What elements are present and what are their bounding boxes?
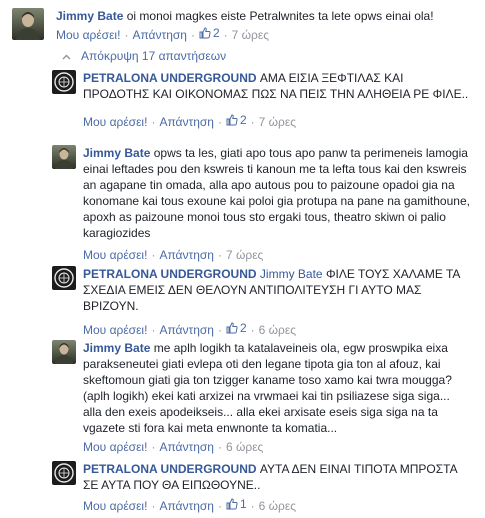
reply: PETRALONA UNDERGROUND ΑΥΤΑ ΔΕΝ ΕΙΝΑΙ ΤΙΠ… (52, 461, 472, 514)
like-count-value: 2 (212, 26, 220, 40)
like-link[interactable]: Μου αρέσει! (83, 323, 147, 337)
comment-time[interactable]: 7 ώρες (259, 115, 296, 129)
mention-link[interactable]: Jimmy Bate (260, 267, 323, 281)
avatar[interactable] (52, 266, 76, 290)
comment-time[interactable]: 6 ώρες (226, 440, 263, 454)
like-link[interactable]: Μου αρέσει! (56, 28, 120, 42)
avatar[interactable] (52, 70, 76, 94)
avatar[interactable] (52, 340, 76, 364)
reply-link[interactable]: Απάντηση (159, 248, 214, 262)
hide-replies-toggle[interactable]: Απόκρυψη 17 απαντήσεων (62, 49, 226, 63)
reply-link[interactable]: Απάντηση (159, 323, 214, 337)
chevron-up-icon (62, 49, 71, 63)
like-count[interactable]: 2 (226, 112, 247, 128)
thumbs-up-icon (226, 322, 238, 334)
like-count-value: 2 (239, 113, 247, 127)
comment-author[interactable]: Jimmy Bate (83, 341, 150, 355)
comment-actions: Μου αρέσει! · Απάντηση · 7 ώρες (83, 248, 264, 262)
comment-text: opws ta les, giati apo tous apo panw ta … (83, 146, 470, 240)
like-link[interactable]: Μου αρέσει! (83, 440, 147, 454)
reply-link[interactable]: Απάντηση (159, 115, 214, 129)
comment-actions: Μου αρέσει! · Απάντηση · 2 · 6 ώρες (83, 320, 297, 337)
like-count[interactable]: 2 (226, 320, 247, 336)
reply-link[interactable]: Απάντηση (159, 440, 214, 454)
comment-time[interactable]: 7 ώρες (232, 28, 269, 42)
comment-author[interactable]: Jimmy Bate (56, 9, 123, 23)
comment-text: me aplh logikh ta katalaveineis ola, egw… (83, 341, 452, 435)
reply: Jimmy Bate opws ta les, giati apo tous a… (52, 145, 472, 263)
like-count[interactable]: 2 (199, 25, 220, 41)
comment-author[interactable]: PETRALONA UNDERGROUND (83, 71, 257, 85)
comment-time[interactable]: 6 ώρες (259, 499, 296, 513)
reply: Jimmy Bate me aplh logikh ta katalaveine… (52, 340, 472, 455)
like-count-value: 2 (239, 321, 247, 335)
comment-time[interactable]: 6 ώρες (259, 323, 296, 337)
thumbs-up-icon (226, 114, 238, 126)
comment-top: Jimmy Bate oi monoi magkes eiste Petralw… (12, 8, 472, 43)
comment-time[interactable]: 7 ώρες (226, 248, 263, 262)
comment-text: oi monoi magkes eiste Petralwnites ta le… (126, 9, 434, 23)
like-count[interactable]: 1 (226, 496, 247, 512)
reply-link[interactable]: Απάντηση (159, 499, 214, 513)
comment-author[interactable]: PETRALONA UNDERGROUND (83, 267, 257, 281)
like-link[interactable]: Μου αρέσει! (83, 499, 147, 513)
hide-replies-label: Απόκρυψη 17 απαντήσεων (81, 49, 227, 63)
like-link[interactable]: Μου αρέσει! (83, 248, 147, 262)
thumbs-up-icon (199, 27, 211, 39)
avatar[interactable] (52, 461, 76, 485)
avatar[interactable] (52, 145, 76, 169)
thumbs-up-icon (226, 498, 238, 510)
comment-author[interactable]: Jimmy Bate (83, 146, 150, 160)
comment-author[interactable]: PETRALONA UNDERGROUND (83, 462, 257, 476)
avatar[interactable] (12, 8, 44, 40)
reply: PETRALONA UNDERGROUND Jimmy Bate ΦΙΛΕ ΤΟ… (52, 266, 472, 338)
comment-actions: Μου αρέσει! · Απάντηση · 2 · 7 ώρες (56, 25, 270, 42)
like-link[interactable]: Μου αρέσει! (83, 115, 147, 129)
like-count-value: 1 (239, 497, 247, 511)
comment-actions: Μου αρέσει! · Απάντηση · 2 · 7 ώρες (83, 112, 297, 129)
comment-actions: Μου αρέσει! · Απάντηση · 1 · 6 ώρες (83, 496, 297, 513)
reply: PETRALONA UNDERGROUND ΑΜΑ ΕΙΣΙΑ ΞΕΦΤΙΛΑΣ… (52, 70, 472, 130)
reply-link[interactable]: Απάντηση (132, 28, 187, 42)
comment-actions: Μου αρέσει! · Απάντηση · 6 ώρες (83, 440, 264, 454)
